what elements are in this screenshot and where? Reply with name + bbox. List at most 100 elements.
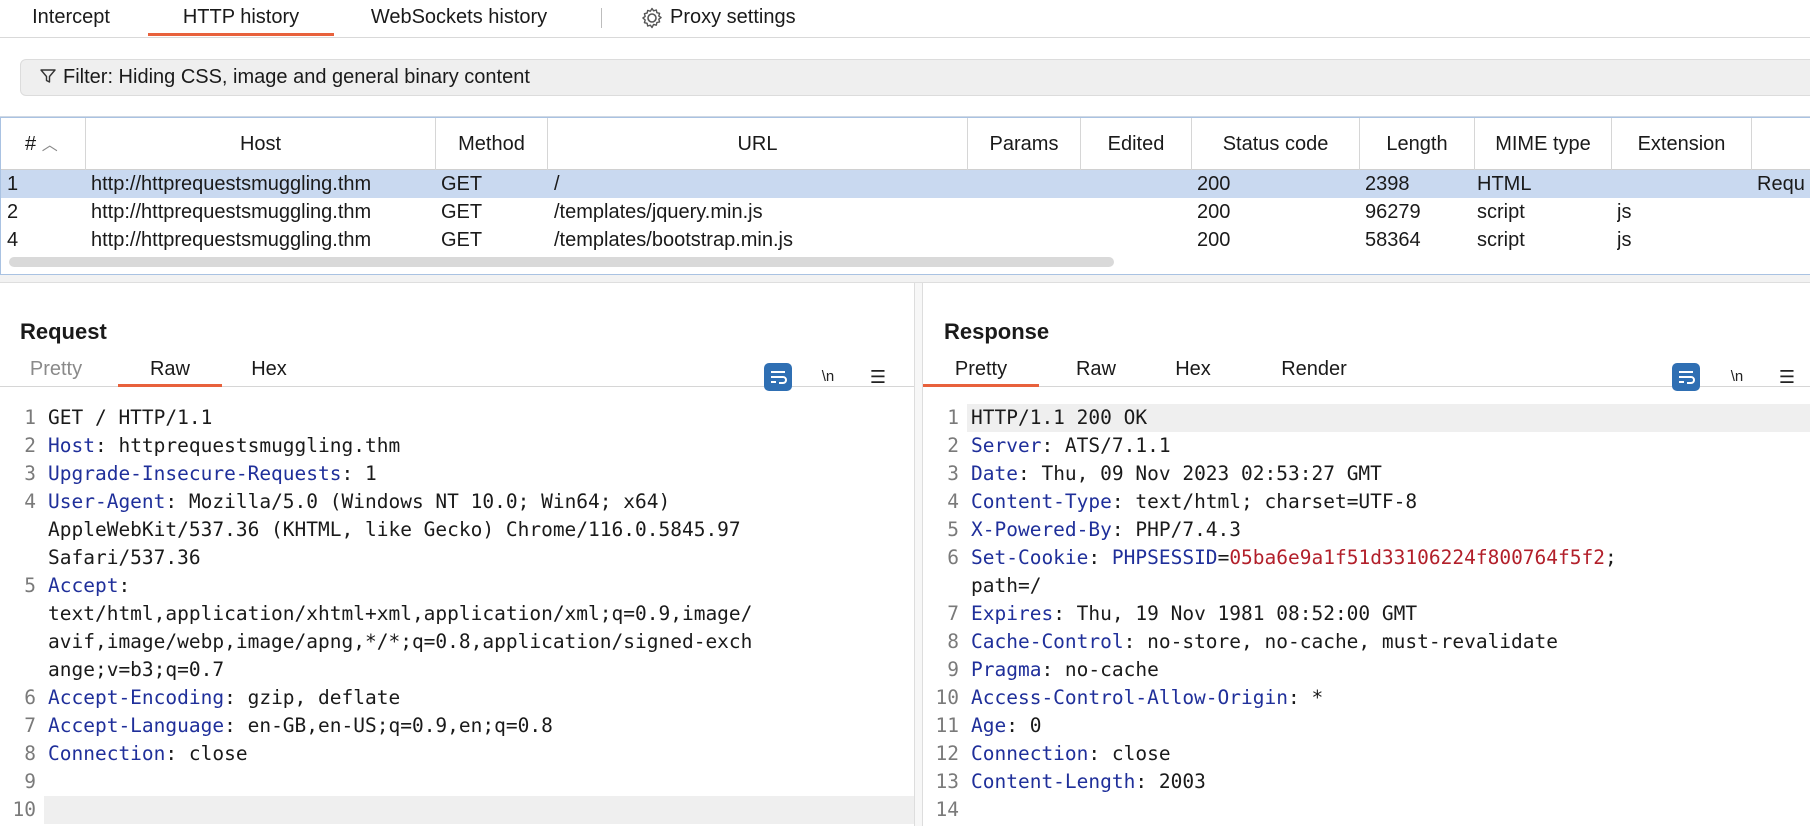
code-line: 4 User-Agent: Mozilla/5.0 (Windows NT 10.…	[24, 490, 671, 513]
gear-icon	[642, 7, 662, 28]
tab-intercept[interactable]: Intercept	[12, 0, 130, 36]
code-line: 4 Content-Type: text/html; charset=UTF-8	[947, 490, 1418, 513]
cell-truncated: Requ	[1757, 173, 1805, 195]
code-line: text/html,application/xhtml+xml,applicat…	[48, 602, 753, 625]
response-title: Response	[944, 319, 1050, 344]
table-header: # ︿ Host Method URL Params Edited Status…	[1, 118, 1810, 170]
cell-mime: script	[1477, 229, 1525, 251]
tab-websockets-history[interactable]: WebSockets history	[352, 0, 566, 36]
code-line: 3 Upgrade-Insecure-Requests: 1	[24, 462, 377, 485]
cell-extension: js	[1617, 229, 1632, 251]
col-header-mime-type[interactable]: MIME type	[1475, 118, 1612, 170]
filter-area: Filter: Hiding CSS, image and general bi…	[0, 38, 1810, 117]
history-table: # ︿ Host Method URL Params Edited Status…	[0, 117, 1810, 275]
code-line: 6 Set-Cookie: PHPSESSID=05ba6e9a1f51d3310…	[947, 546, 1617, 569]
col-header-url[interactable]: URL	[548, 118, 968, 170]
cell-mime: script	[1477, 201, 1525, 223]
word-wrap-button[interactable]	[1672, 363, 1700, 391]
code-line: 7 Expires: Thu, 19 Nov 1981 08:52:00 GMT	[947, 602, 1418, 625]
code-line: 5 X-Powered-By: PHP/7.4.3	[947, 518, 1242, 541]
code-line: 2 Host: httprequestsmuggling.thm	[24, 434, 401, 457]
tab-raw[interactable]: Raw	[1059, 351, 1133, 387]
tab-raw[interactable]: Raw	[118, 351, 222, 387]
tab-render[interactable]: Render	[1267, 351, 1361, 387]
tab-hex[interactable]: Hex	[240, 351, 298, 387]
code-line-current: 10	[13, 796, 914, 824]
code-line: 5 Accept:	[24, 574, 131, 597]
show-newlines-button[interactable]: \n	[1723, 363, 1751, 391]
code-line: 6 Accept-Encoding: gzip, deflate	[24, 686, 401, 709]
table-row[interactable]: 1 http://httprequestsmuggling.thm GET / …	[1, 170, 1810, 198]
col-header-length[interactable]: Length	[1360, 118, 1475, 170]
tab-pretty[interactable]: Pretty	[18, 351, 94, 387]
code-line: 8 Cache-Control: no-store, no-cache, must…	[947, 630, 1559, 653]
col-header-host[interactable]: Host	[86, 118, 436, 170]
tab-hex[interactable]: Hex	[1159, 351, 1227, 387]
code-line: 7 Accept-Language: en-GB,en-US;q=0.9,en;q…	[24, 714, 553, 737]
code-line: 9	[24, 770, 36, 793]
code-line: 11 Age: 0	[935, 714, 1042, 737]
code-line: 13 Content-Length: 2003	[935, 770, 1206, 793]
col-header-number[interactable]: # ︿	[1, 118, 86, 170]
filter-icon	[40, 69, 56, 83]
col-header-method[interactable]: Method	[436, 118, 548, 170]
vertical-splitter[interactable]	[914, 283, 923, 826]
code-line: 8 Connection: close	[24, 742, 248, 765]
code-line: path=/	[971, 574, 1042, 597]
menu-icon[interactable]: ☰	[864, 363, 892, 391]
code-line: 12 Connection: close	[935, 742, 1171, 765]
cell-number: 4	[7, 229, 19, 251]
tab-pretty[interactable]: Pretty	[923, 351, 1039, 387]
code-line: 9 Pragma: no-cache	[947, 658, 1159, 681]
request-title: Request	[20, 319, 107, 344]
sort-ascending-icon: ︿	[41, 137, 58, 154]
cell-url: /	[554, 173, 560, 195]
cell-host: http://httprequestsmuggling.thm	[91, 201, 372, 223]
code-line: 10 Access-Control-Allow-Origin: *	[935, 686, 1324, 709]
cell-status: 200	[1197, 201, 1231, 223]
table-row[interactable]: 2 http://httprequestsmuggling.thm GET /t…	[1, 198, 1810, 226]
request-panel: Request Pretty Raw Hex \n ☰ 1 GET / HTTP/…	[0, 283, 914, 826]
cell-extension: js	[1617, 201, 1632, 223]
code-line: 14	[935, 798, 959, 821]
cell-method: GET	[441, 201, 483, 223]
code-line: avif,image/webp,image/apng,*/*;q=0.8,app…	[48, 630, 753, 653]
cell-host: http://httprequestsmuggling.thm	[91, 173, 372, 195]
code-line: ange;v=b3;q=0.7	[48, 658, 225, 681]
tab-proxy-settings[interactable]: Proxy settings	[640, 0, 820, 36]
wrap-icon	[1679, 371, 1695, 384]
tab-http-history[interactable]: HTTP history	[148, 0, 334, 36]
col-header-extension[interactable]: Extension	[1612, 118, 1752, 170]
filter-text: Filter: Hiding CSS, image and general bi…	[63, 66, 530, 88]
menu-icon[interactable]: ☰	[1773, 363, 1801, 391]
cell-status: 200	[1197, 229, 1231, 251]
code-line: AppleWebKit/537.36 (KHTML, like Gecko) C…	[48, 518, 741, 541]
table-row[interactable]: 4 http://httprequestsmuggling.thm GET /t…	[1, 226, 1810, 254]
horizontal-splitter[interactable]	[0, 275, 1810, 283]
code-line-current: 1 HTTP/1.1 200 OK	[947, 404, 1810, 432]
cell-length: 58364	[1365, 229, 1421, 251]
filter-bar[interactable]: Filter: Hiding CSS, image and general bi…	[20, 59, 1810, 96]
col-header-status-code[interactable]: Status code	[1192, 118, 1360, 170]
proxy-settings-label: Proxy settings	[670, 6, 796, 28]
cell-length: 2398	[1365, 173, 1410, 195]
response-editor[interactable]: 1 HTTP/1.1 200 OK 2 Server: ATS/7.1.1 3 Dat…	[923, 404, 1810, 824]
horizontal-scrollbar[interactable]	[9, 257, 1114, 267]
cell-method: GET	[441, 173, 483, 195]
cell-host: http://httprequestsmuggling.thm	[91, 229, 372, 251]
code-line: 2 Server: ATS/7.1.1	[947, 434, 1171, 457]
code-line: 3 Date: Thu, 09 Nov 2023 02:53:27 GMT	[947, 462, 1382, 485]
response-panel: Response Pretty Raw Hex Render \n ☰ 1 HTT…	[923, 283, 1810, 826]
cell-number: 1	[7, 173, 19, 195]
tab-separator	[601, 8, 602, 28]
request-editor[interactable]: 1 GET / HTTP/1.1 2 Host: httprequestsmuggl…	[0, 404, 914, 824]
proxy-tab-bar: Intercept HTTP history WebSockets histor…	[0, 0, 1810, 38]
cell-method: GET	[441, 229, 483, 251]
cell-url: /templates/bootstrap.min.js	[554, 229, 793, 251]
show-newlines-button[interactable]: \n	[814, 363, 842, 391]
code-line: Safari/537.36	[48, 546, 201, 569]
col-header-edited[interactable]: Edited	[1081, 118, 1192, 170]
col-header-params[interactable]: Params	[968, 118, 1081, 170]
cell-number: 2	[7, 201, 19, 223]
word-wrap-button[interactable]	[764, 363, 792, 391]
